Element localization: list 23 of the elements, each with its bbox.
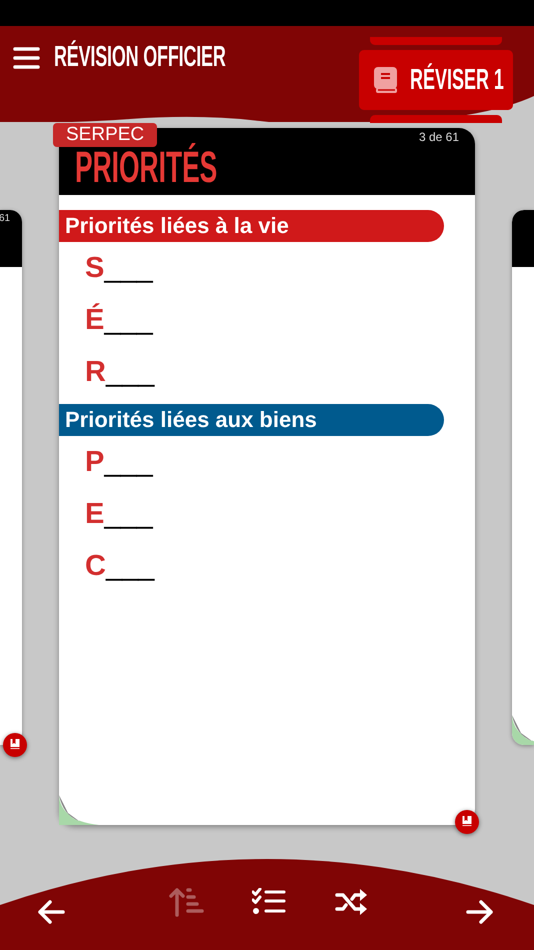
app-title: RÉVISION OFFICIER xyxy=(54,41,226,74)
card-header xyxy=(512,210,534,267)
book-icon xyxy=(374,67,398,93)
bookmark-icon[interactable] xyxy=(3,733,27,757)
card-counter: 3 de 61 xyxy=(418,130,459,144)
checklist-icon[interactable] xyxy=(252,888,286,916)
next-card[interactable] xyxy=(512,210,534,745)
section-heading: Priorités liées aux biens xyxy=(59,404,444,436)
blank-prompt: S___ xyxy=(85,251,154,286)
shuffle-icon[interactable] xyxy=(335,886,367,916)
blank-prompt: E___ xyxy=(85,497,154,532)
category-tag: SERPEC xyxy=(53,123,158,147)
forward-arrow-icon[interactable] xyxy=(466,900,494,924)
blank-prompt: É___ xyxy=(85,302,154,338)
review-button[interactable]: RÉVISER 1 xyxy=(359,50,513,110)
card-title: PRIORITÉS xyxy=(75,144,218,192)
blank-prompt: C___ xyxy=(85,549,156,584)
bookmark-icon[interactable] xyxy=(455,810,479,834)
blank-prompt: P___ xyxy=(85,445,154,480)
blank-prompt: R___ xyxy=(85,355,156,390)
back-arrow-icon[interactable] xyxy=(37,900,65,924)
section-heading: Priorités liées à la vie xyxy=(59,210,444,242)
menu-icon[interactable] xyxy=(13,47,40,69)
